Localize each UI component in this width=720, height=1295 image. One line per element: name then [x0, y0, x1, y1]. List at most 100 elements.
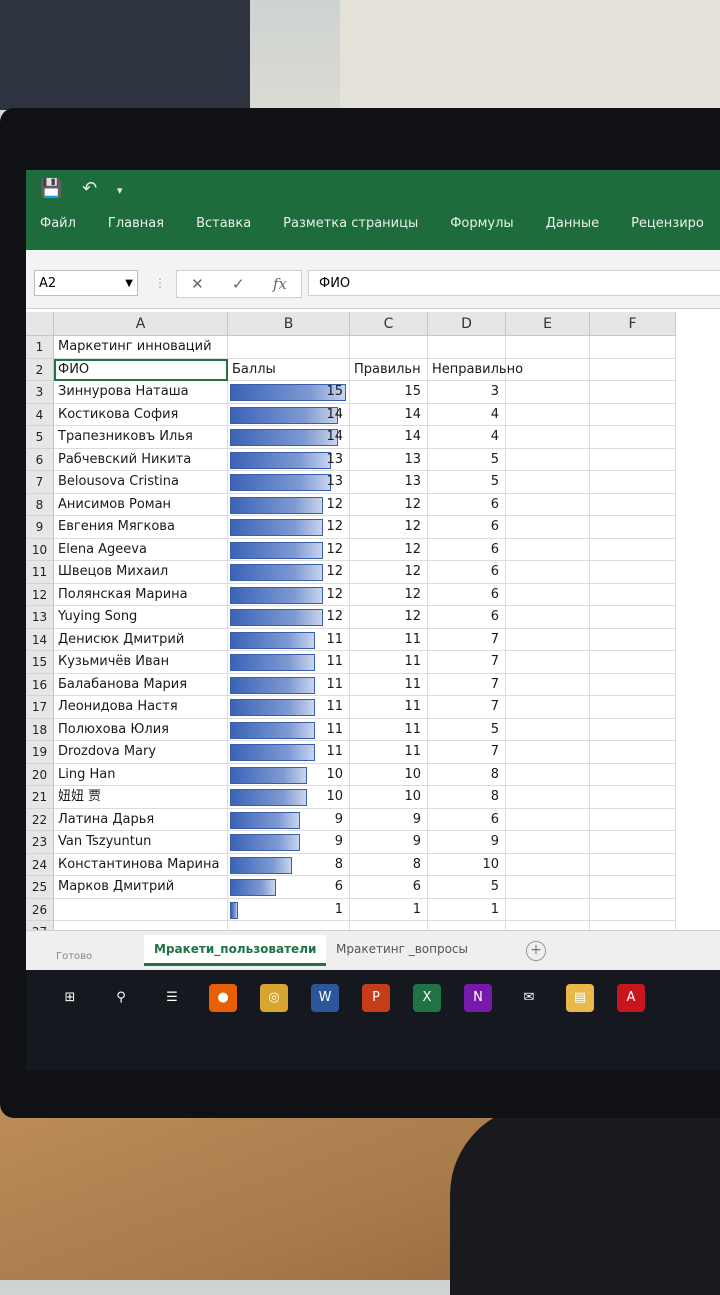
search-icon[interactable]: ⚲ — [107, 984, 135, 1012]
onenote-icon[interactable]: N — [464, 984, 492, 1012]
row-header[interactable]: 16 — [26, 673, 54, 696]
cell-empty[interactable] — [506, 853, 590, 876]
cell-empty[interactable] — [590, 786, 676, 809]
formula-input[interactable]: ФИО — [308, 270, 720, 296]
ribbon-tab[interactable]: Данные — [546, 216, 599, 231]
cell-b11[interactable]: 12 — [228, 561, 350, 584]
cell-b10[interactable]: 12 — [228, 538, 350, 561]
ribbon-tab[interactable]: Рецензиро — [631, 216, 704, 231]
firefox-icon[interactable]: ● — [209, 984, 237, 1012]
ribbon-tab[interactable]: Формулы — [450, 216, 513, 231]
cell-d14[interactable]: 7 — [428, 628, 506, 651]
cell-a9[interactable]: Евгения Мягкова — [54, 516, 228, 539]
cell-empty[interactable] — [506, 403, 590, 426]
column-header-f[interactable]: F — [590, 312, 676, 336]
row-header[interactable]: 5 — [26, 426, 54, 449]
cell-b19[interactable]: 11 — [228, 741, 350, 764]
cell-b16[interactable]: 11 — [228, 673, 350, 696]
cell-b18[interactable]: 11 — [228, 718, 350, 741]
row-header[interactable]: 9 — [26, 516, 54, 539]
cell-d22[interactable]: 6 — [428, 808, 506, 831]
task-view-icon[interactable]: ☰ — [158, 984, 186, 1012]
cell-empty[interactable] — [506, 538, 590, 561]
cell-a13[interactable]: Yuying Song — [54, 606, 228, 629]
sheet-tab-active[interactable]: Мракети_пользователи — [144, 935, 327, 966]
column-header-a[interactable]: A — [54, 312, 228, 336]
cell-a16[interactable]: Балабанова Мария — [54, 673, 228, 696]
cell-c26[interactable]: 1 — [350, 898, 428, 921]
cell-a7[interactable]: Belousova Cristina — [54, 471, 228, 494]
cell-a5[interactable]: Трапезниковъ Илья — [54, 426, 228, 449]
cell-c8[interactable]: 12 — [350, 493, 428, 516]
row-header[interactable]: 7 — [26, 471, 54, 494]
undo-icon[interactable]: ↶ — [82, 178, 97, 199]
windows-icon[interactable]: ⊞ — [56, 984, 84, 1012]
cell-d1[interactable] — [428, 336, 506, 359]
cell-d21[interactable]: 8 — [428, 786, 506, 809]
cell-empty[interactable] — [506, 381, 590, 404]
cell-b24[interactable]: 8 — [228, 853, 350, 876]
cell-empty[interactable] — [590, 853, 676, 876]
cell-empty[interactable] — [506, 493, 590, 516]
cell-c16[interactable]: 11 — [350, 673, 428, 696]
column-header-b[interactable]: B — [228, 312, 350, 336]
cell-b6[interactable]: 13 — [228, 448, 350, 471]
cell-d17[interactable]: 7 — [428, 696, 506, 719]
cell-c23[interactable]: 9 — [350, 831, 428, 854]
cancel-icon[interactable]: ✕ — [191, 275, 204, 293]
cell-a15[interactable]: Кузьмичёв Иван — [54, 651, 228, 674]
cell-a17[interactable]: Леонидова Настя — [54, 696, 228, 719]
cell-b5[interactable]: 14 — [228, 426, 350, 449]
cell-empty[interactable] — [506, 471, 590, 494]
cell-c10[interactable]: 12 — [350, 538, 428, 561]
cell-empty[interactable] — [506, 808, 590, 831]
chrome-icon[interactable]: ◎ — [260, 984, 288, 1012]
cell-empty[interactable] — [590, 471, 676, 494]
column-header-c[interactable]: C — [350, 312, 428, 336]
cell-d24[interactable]: 10 — [428, 853, 506, 876]
cell-c4[interactable]: 14 — [350, 403, 428, 426]
cell-empty[interactable] — [506, 583, 590, 606]
cell-d4[interactable]: 4 — [428, 403, 506, 426]
cell-a4[interactable]: Костикова София — [54, 403, 228, 426]
cell-b12[interactable]: 12 — [228, 583, 350, 606]
cell-empty[interactable] — [506, 606, 590, 629]
cell-c19[interactable]: 11 — [350, 741, 428, 764]
cell-c3[interactable]: 15 — [350, 381, 428, 404]
row-header[interactable]: 12 — [26, 583, 54, 606]
cell-c12[interactable]: 12 — [350, 583, 428, 606]
cell-c5[interactable]: 14 — [350, 426, 428, 449]
row-header[interactable]: 10 — [26, 538, 54, 561]
cell-empty[interactable] — [590, 741, 676, 764]
row-header[interactable]: 18 — [26, 718, 54, 741]
cell-a22[interactable]: Латина Дарья — [54, 808, 228, 831]
customize-chevron-icon[interactable]: ▾ — [117, 184, 123, 197]
cell-empty[interactable] — [590, 628, 676, 651]
cell-empty[interactable] — [506, 763, 590, 786]
add-sheet-icon[interactable]: + — [526, 941, 546, 961]
cell-c20[interactable]: 10 — [350, 763, 428, 786]
cell-b1[interactable] — [228, 336, 350, 359]
cell-empty[interactable] — [590, 358, 676, 381]
cell-d16[interactable]: 7 — [428, 673, 506, 696]
row-header[interactable]: 22 — [26, 808, 54, 831]
ribbon-tab[interactable]: Вставка — [196, 216, 251, 231]
cell-c15[interactable]: 11 — [350, 651, 428, 674]
cell-c17[interactable]: 11 — [350, 696, 428, 719]
cell-a2[interactable]: ФИО — [54, 358, 228, 381]
acrobat-icon[interactable]: A — [617, 984, 645, 1012]
cell-b9[interactable]: 12 — [228, 516, 350, 539]
cell-empty[interactable] — [590, 718, 676, 741]
cell-c21[interactable]: 10 — [350, 786, 428, 809]
row-header[interactable]: 20 — [26, 763, 54, 786]
cell-d3[interactable]: 3 — [428, 381, 506, 404]
row-header[interactable]: 1 — [26, 336, 54, 359]
cell-a20[interactable]: Ling Han — [54, 763, 228, 786]
cell-c14[interactable]: 11 — [350, 628, 428, 651]
save-icon[interactable]: 💾 — [40, 178, 62, 199]
cell-d9[interactable]: 6 — [428, 516, 506, 539]
cell-d2[interactable]: Неправильно — [428, 358, 523, 381]
column-header-e[interactable]: E — [506, 312, 590, 336]
cell-empty[interactable] — [506, 696, 590, 719]
cell-c6[interactable]: 13 — [350, 448, 428, 471]
